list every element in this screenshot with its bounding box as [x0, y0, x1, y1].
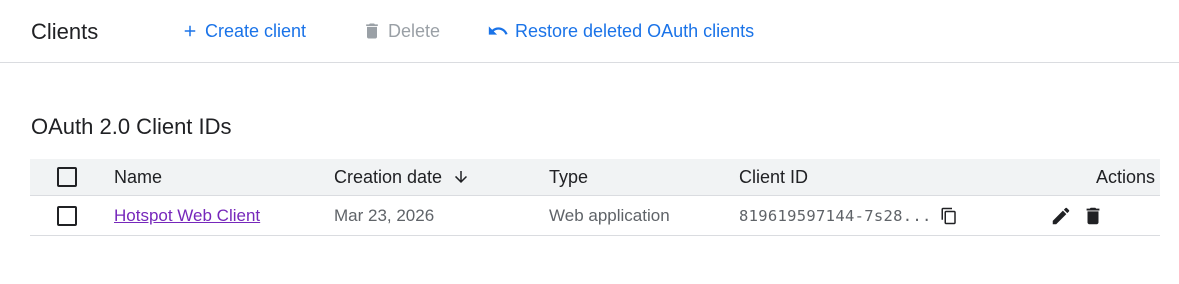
trash-icon[interactable]: [1082, 205, 1104, 227]
row-name-cell: Hotspot Web Client: [114, 196, 260, 235]
copy-icon[interactable]: [940, 206, 958, 226]
column-header-name[interactable]: Name: [114, 159, 162, 195]
arrow-down-icon[interactable]: [452, 167, 470, 187]
row-checkbox[interactable]: [57, 205, 77, 226]
row-creation-date: Mar 23, 2026: [334, 205, 435, 225]
plus-icon: [181, 22, 199, 40]
clients-table: Name Creation date Type Client ID Action…: [30, 159, 1160, 236]
client-id-value: 819619597144-7s28...: [739, 206, 932, 225]
column-header-actions: Actions: [1095, 166, 1155, 187]
table-header-row: Name Creation date Type Client ID Action…: [30, 159, 1160, 196]
delete-label: Delete: [388, 21, 441, 41]
restore-label: Restore deleted OAuth clients: [515, 21, 755, 41]
row-checkbox-cell: [57, 196, 77, 235]
select-all-checkbox[interactable]: [57, 167, 77, 187]
restore-deleted-clients-button[interactable]: Restore deleted OAuth clients: [487, 19, 754, 43]
create-client-label: Create client: [205, 21, 307, 41]
column-header-client-id[interactable]: Client ID: [739, 159, 808, 195]
create-client-button[interactable]: Create client: [181, 19, 306, 43]
toolbar: Clients Create client Delete Restore del…: [0, 0, 1179, 63]
trash-icon: [362, 21, 382, 41]
row-client-id-cell: 819619597144-7s28...: [739, 196, 958, 235]
section-title: OAuth 2.0 Client IDs: [31, 114, 232, 139]
page-title: Clients: [31, 19, 99, 44]
table-row: Hotspot Web Client Mar 23, 2026 Web appl…: [30, 196, 1160, 236]
column-header-creation-date[interactable]: Creation date: [334, 159, 470, 195]
creation-date-header-label: Creation date: [334, 166, 443, 187]
undo-icon: [487, 20, 509, 42]
header-checkbox-cell: [57, 159, 77, 195]
pencil-icon[interactable]: [1050, 205, 1072, 227]
client-name-link[interactable]: Hotspot Web Client: [114, 206, 260, 226]
column-header-type[interactable]: Type: [549, 159, 588, 195]
row-type: Web application: [549, 205, 670, 225]
delete-button[interactable]: Delete: [362, 19, 440, 43]
row-actions: [1050, 196, 1104, 235]
